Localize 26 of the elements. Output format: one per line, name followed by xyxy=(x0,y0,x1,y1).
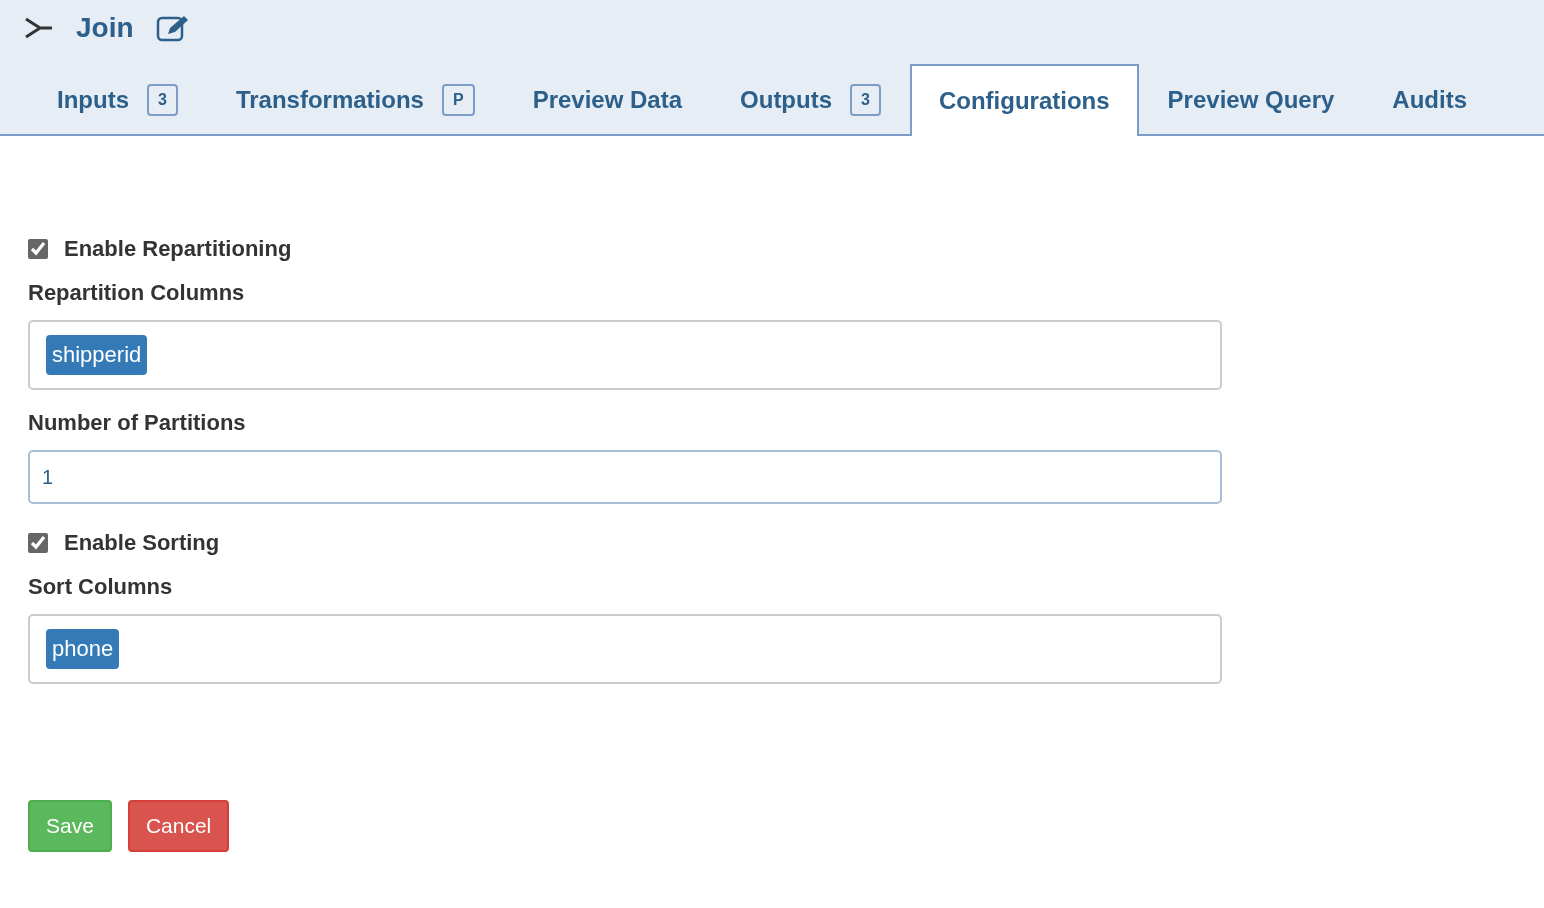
tab[interactable]: Preview Query xyxy=(1138,64,1364,134)
cancel-button[interactable]: Cancel xyxy=(127,800,230,852)
checkbox[interactable] xyxy=(28,533,48,553)
input-field[interactable]: 1 xyxy=(28,450,1222,504)
tab[interactable]: Configurations xyxy=(909,64,1139,136)
count-badge: P xyxy=(441,84,475,116)
checkbox-label: Enable Repartitioning xyxy=(64,236,292,262)
field-label: Repartition Columns xyxy=(28,280,246,306)
checkbox-label: Enable Sorting xyxy=(64,530,220,556)
tab[interactable]: Audits xyxy=(1363,64,1497,134)
count-badge: 3 xyxy=(850,84,881,116)
count-badge: 3 xyxy=(147,84,178,116)
tab[interactable]: Transformations P xyxy=(206,64,504,134)
tags-field[interactable]: phone xyxy=(28,614,1222,684)
join-icon xyxy=(24,16,54,40)
checkbox[interactable] xyxy=(28,239,48,259)
tab[interactable]: Outputs 3 xyxy=(711,64,910,134)
page-title: Join xyxy=(76,12,134,44)
tag[interactable]: phone xyxy=(46,629,120,669)
field-label: Number of Partitions xyxy=(28,410,247,436)
tab[interactable]: Preview Data xyxy=(503,64,712,134)
tab[interactable]: Inputs 3 xyxy=(28,64,207,134)
edit-icon[interactable] xyxy=(155,14,190,42)
tags-field[interactable]: shipperid xyxy=(28,320,1222,390)
tag[interactable]: shipperid xyxy=(46,335,148,375)
field-label: Sort Columns xyxy=(28,574,174,600)
